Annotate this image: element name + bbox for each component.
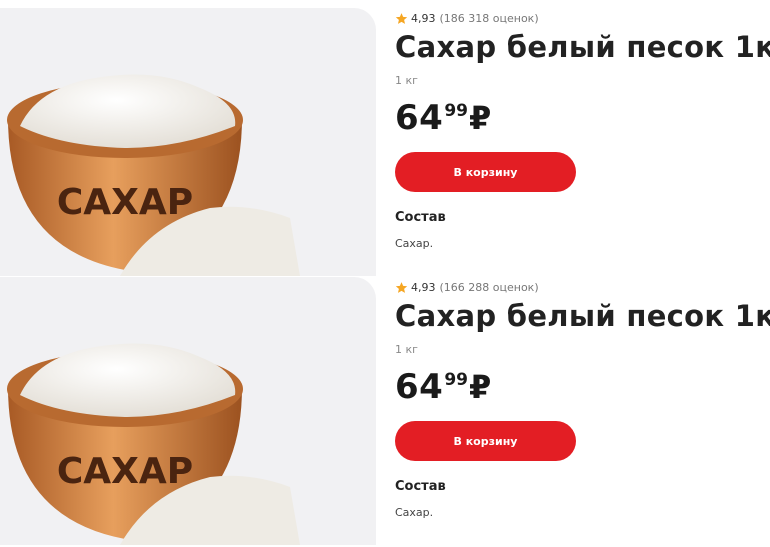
composition-heading: Состав xyxy=(395,479,446,494)
product-weight: 1 кг xyxy=(395,74,418,87)
price-fraction: 99 xyxy=(444,101,468,121)
sugar-bowl-image: САХАР xyxy=(7,343,300,545)
sugar-bowl-image: САХАР xyxy=(7,74,300,276)
star-icon xyxy=(395,282,408,293)
product-card: САХАР 4,93 (166 288 оценок) Сахар белый … xyxy=(0,277,770,547)
currency-symbol: ₽ xyxy=(469,368,492,406)
product-card: САХАР 4,93 (186 318 оценок) Сахар белый … xyxy=(0,8,770,278)
add-to-cart-button[interactable]: В корзину xyxy=(395,421,576,461)
reviews-count[interactable]: (186 318 оценок) xyxy=(440,12,539,25)
price: 64 99 ₽ xyxy=(395,365,491,409)
product-info: 4,93 (166 288 оценок) Сахар белый песок … xyxy=(395,277,770,545)
composition-heading: Состав xyxy=(395,210,446,225)
product-info: 4,93 (186 318 оценок) Сахар белый песок … xyxy=(395,8,770,276)
rating-value: 4,93 xyxy=(411,12,436,25)
rating-value: 4,93 xyxy=(411,281,436,294)
bowl-label: САХАР xyxy=(57,182,193,223)
price: 64 99 ₽ xyxy=(395,96,491,140)
product-image: САХАР xyxy=(0,8,376,276)
product-image: САХАР xyxy=(0,277,376,545)
composition-text: Сахар. xyxy=(395,237,434,250)
price-integer: 64 xyxy=(395,98,444,138)
reviews-count[interactable]: (166 288 оценок) xyxy=(440,281,539,294)
add-to-cart-button[interactable]: В корзину xyxy=(395,152,576,192)
product-weight: 1 кг xyxy=(395,343,418,356)
price-integer: 64 xyxy=(395,367,444,407)
product-title: Сахар белый песок 1кг xyxy=(395,299,770,333)
rating: 4,93 (186 318 оценок) xyxy=(395,12,539,25)
composition-text: Сахар. xyxy=(395,506,434,519)
bowl-label: САХАР xyxy=(57,451,193,492)
product-title: Сахар белый песок 1кг xyxy=(395,30,770,64)
currency-symbol: ₽ xyxy=(469,99,492,137)
rating: 4,93 (166 288 оценок) xyxy=(395,281,539,294)
price-fraction: 99 xyxy=(444,370,468,390)
star-icon xyxy=(395,13,408,24)
